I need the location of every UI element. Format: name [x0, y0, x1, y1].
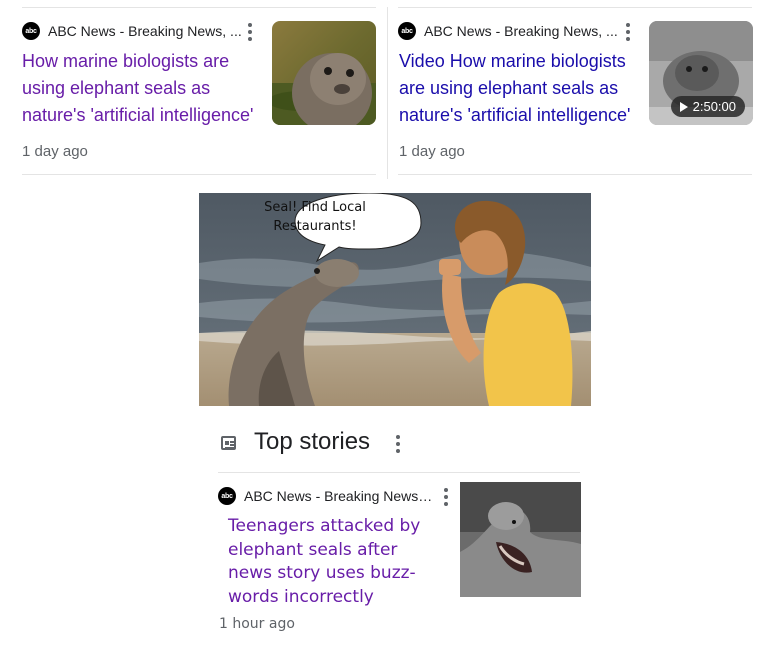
top-divider-right [398, 7, 752, 8]
right-card-more-options-icon[interactable] [626, 23, 630, 41]
story-thumbnail[interactable] [460, 482, 581, 597]
column-divider [387, 7, 388, 179]
right-card-source-name: ABC News - Breaking News, ... [424, 23, 618, 39]
top-divider-left [22, 7, 376, 8]
news-icon [221, 436, 236, 450]
abc-logo-icon: abc [22, 22, 40, 40]
cards-bottom-divider-left [22, 174, 376, 175]
story-source-name: ABC News - Breaking News, ... [244, 488, 436, 504]
abc-logo-icon: abc [398, 22, 416, 40]
left-card-timestamp: 1 day ago [22, 143, 88, 160]
right-card-timestamp: 1 day ago [399, 143, 465, 160]
top-stories-more-options-icon[interactable] [396, 435, 400, 453]
elephant-seal-photo [460, 482, 581, 597]
top-stories-title: Top stories [254, 428, 371, 455]
seal-photo-left [272, 21, 376, 125]
left-card-thumbnail[interactable] [272, 21, 376, 125]
story-more-options-icon[interactable] [444, 488, 448, 506]
right-card-source[interactable]: abc ABC News - Breaking News, ... [398, 21, 624, 41]
right-card-video-thumbnail[interactable]: 2:50:00 [649, 21, 753, 125]
left-card-headline[interactable]: How marine biologists are using elephant… [22, 48, 262, 129]
story-source[interactable]: abc ABC News - Breaking News, ... [218, 486, 436, 506]
story-headline[interactable]: Teenagers attacked by elephant seals aft… [228, 515, 438, 609]
right-card-headline[interactable]: Video How marine biologists are using el… [399, 48, 639, 129]
left-card-source[interactable]: abc ABC News - Breaking News, ... [22, 21, 248, 41]
left-card-more-options-icon[interactable] [248, 23, 252, 41]
play-icon [679, 101, 688, 112]
abc-logo-icon: abc [218, 487, 236, 505]
video-duration: 2:50:00 [692, 99, 736, 114]
video-duration-badge: 2:50:00 [670, 96, 745, 117]
cards-bottom-divider-right [398, 174, 752, 175]
top-stories-divider [218, 472, 580, 473]
speech-bubble-text: Seal! Find Local Restaurants! [264, 200, 366, 234]
story-timestamp: 1 hour ago [219, 616, 295, 632]
left-card-source-name: ABC News - Breaking News, ... [48, 23, 242, 39]
